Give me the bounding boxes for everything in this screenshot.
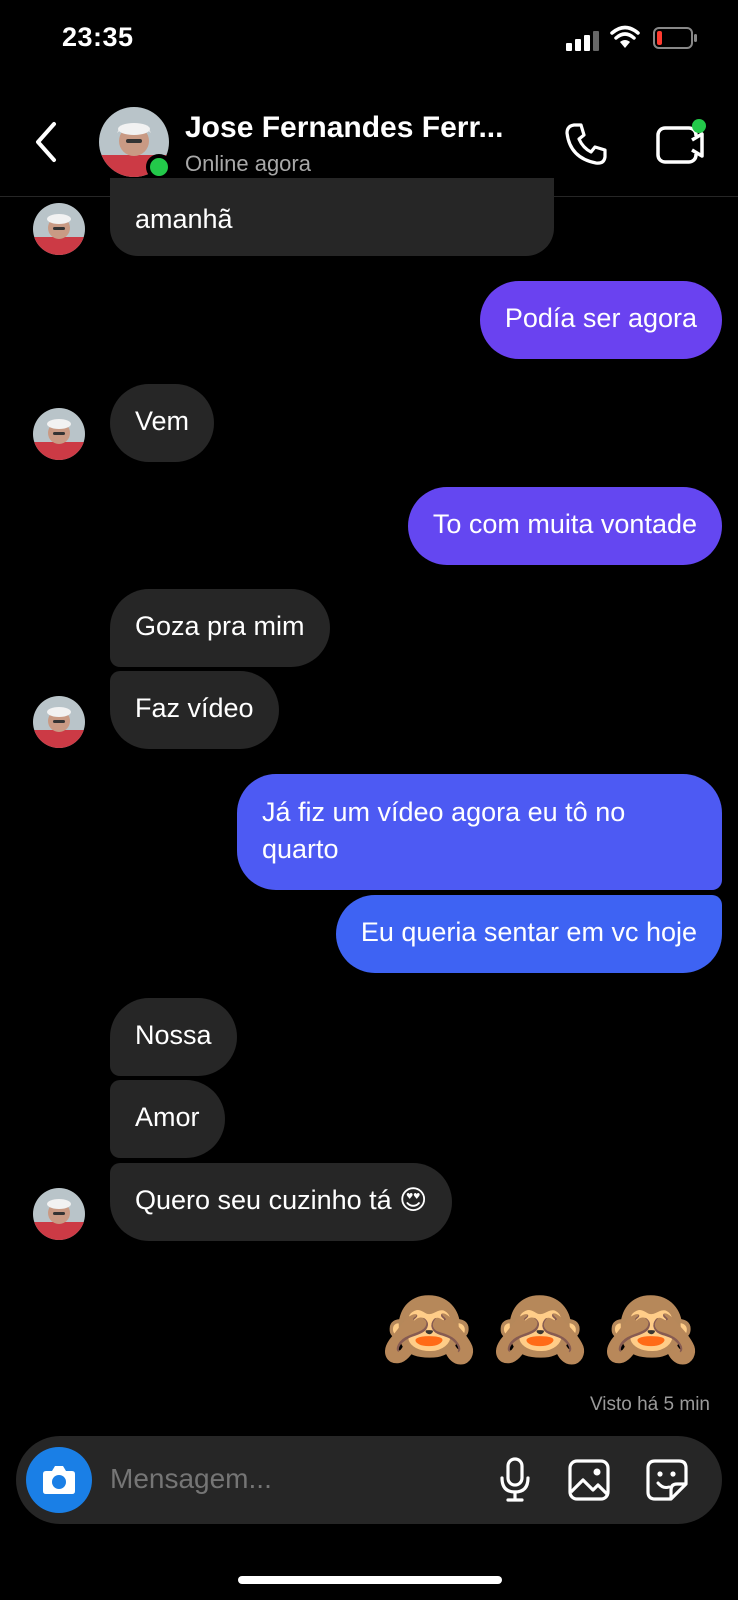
message-bubble-outgoing[interactable]: Podía ser agora (479, 281, 722, 359)
sticker-icon[interactable] (645, 1458, 689, 1502)
contact-avatar-small (33, 408, 85, 460)
message-bubble-incoming[interactable]: Faz vídeo (110, 671, 279, 749)
contact-name[interactable]: Jose Fernandes Ferr... (185, 111, 503, 145)
message-bubble-incoming[interactable]: Quero seu cuzinho tá 😍 (110, 1163, 453, 1241)
contact-avatar-small (33, 203, 85, 255)
message-input[interactable] (110, 1463, 470, 1495)
message-text-line: Já fiz um vídeo agora eu tô no (262, 797, 626, 827)
phone-icon[interactable] (562, 120, 610, 168)
camera-button[interactable] (26, 1447, 92, 1513)
message-bubble-incoming[interactable]: Nossa (110, 998, 237, 1076)
online-status-indicator (146, 154, 172, 180)
message-bubble-incoming[interactable]: Vem (110, 384, 215, 462)
microphone-icon[interactable] (498, 1456, 532, 1504)
video-call-icon[interactable] (655, 118, 707, 168)
message-bubble-incoming[interactable]: amanhã (110, 178, 554, 256)
message-bubble-outgoing[interactable]: To com muita vontade (407, 487, 722, 565)
seen-status: Visto há 5 min (589, 1394, 710, 1415)
back-arrow-icon[interactable] (30, 118, 62, 166)
gallery-icon[interactable] (567, 1458, 611, 1502)
battery-icon (653, 27, 697, 49)
message-bubble-outgoing[interactable]: Já fiz um vídeo agora eu tô no quarto (237, 774, 722, 890)
status-time: 23:35 (62, 22, 134, 52)
contact-avatar-small (33, 1188, 85, 1240)
cellular-signal-icon (566, 29, 600, 51)
wifi-icon (610, 25, 640, 48)
emoji-message-outgoing[interactable]: 🙈🙈🙈 (381, 1283, 714, 1373)
contact-avatar-small (33, 696, 85, 748)
message-bubble-incoming[interactable]: Goza pra mim (110, 589, 330, 667)
home-indicator[interactable] (238, 1576, 502, 1584)
contact-status: Online agora (185, 151, 311, 176)
message-text-line: quarto (262, 834, 339, 864)
camera-icon (43, 1466, 75, 1494)
message-bubble-incoming[interactable]: Amor (110, 1080, 225, 1158)
message-bubble-outgoing[interactable]: Eu queria sentar em vc hoje (335, 895, 722, 973)
